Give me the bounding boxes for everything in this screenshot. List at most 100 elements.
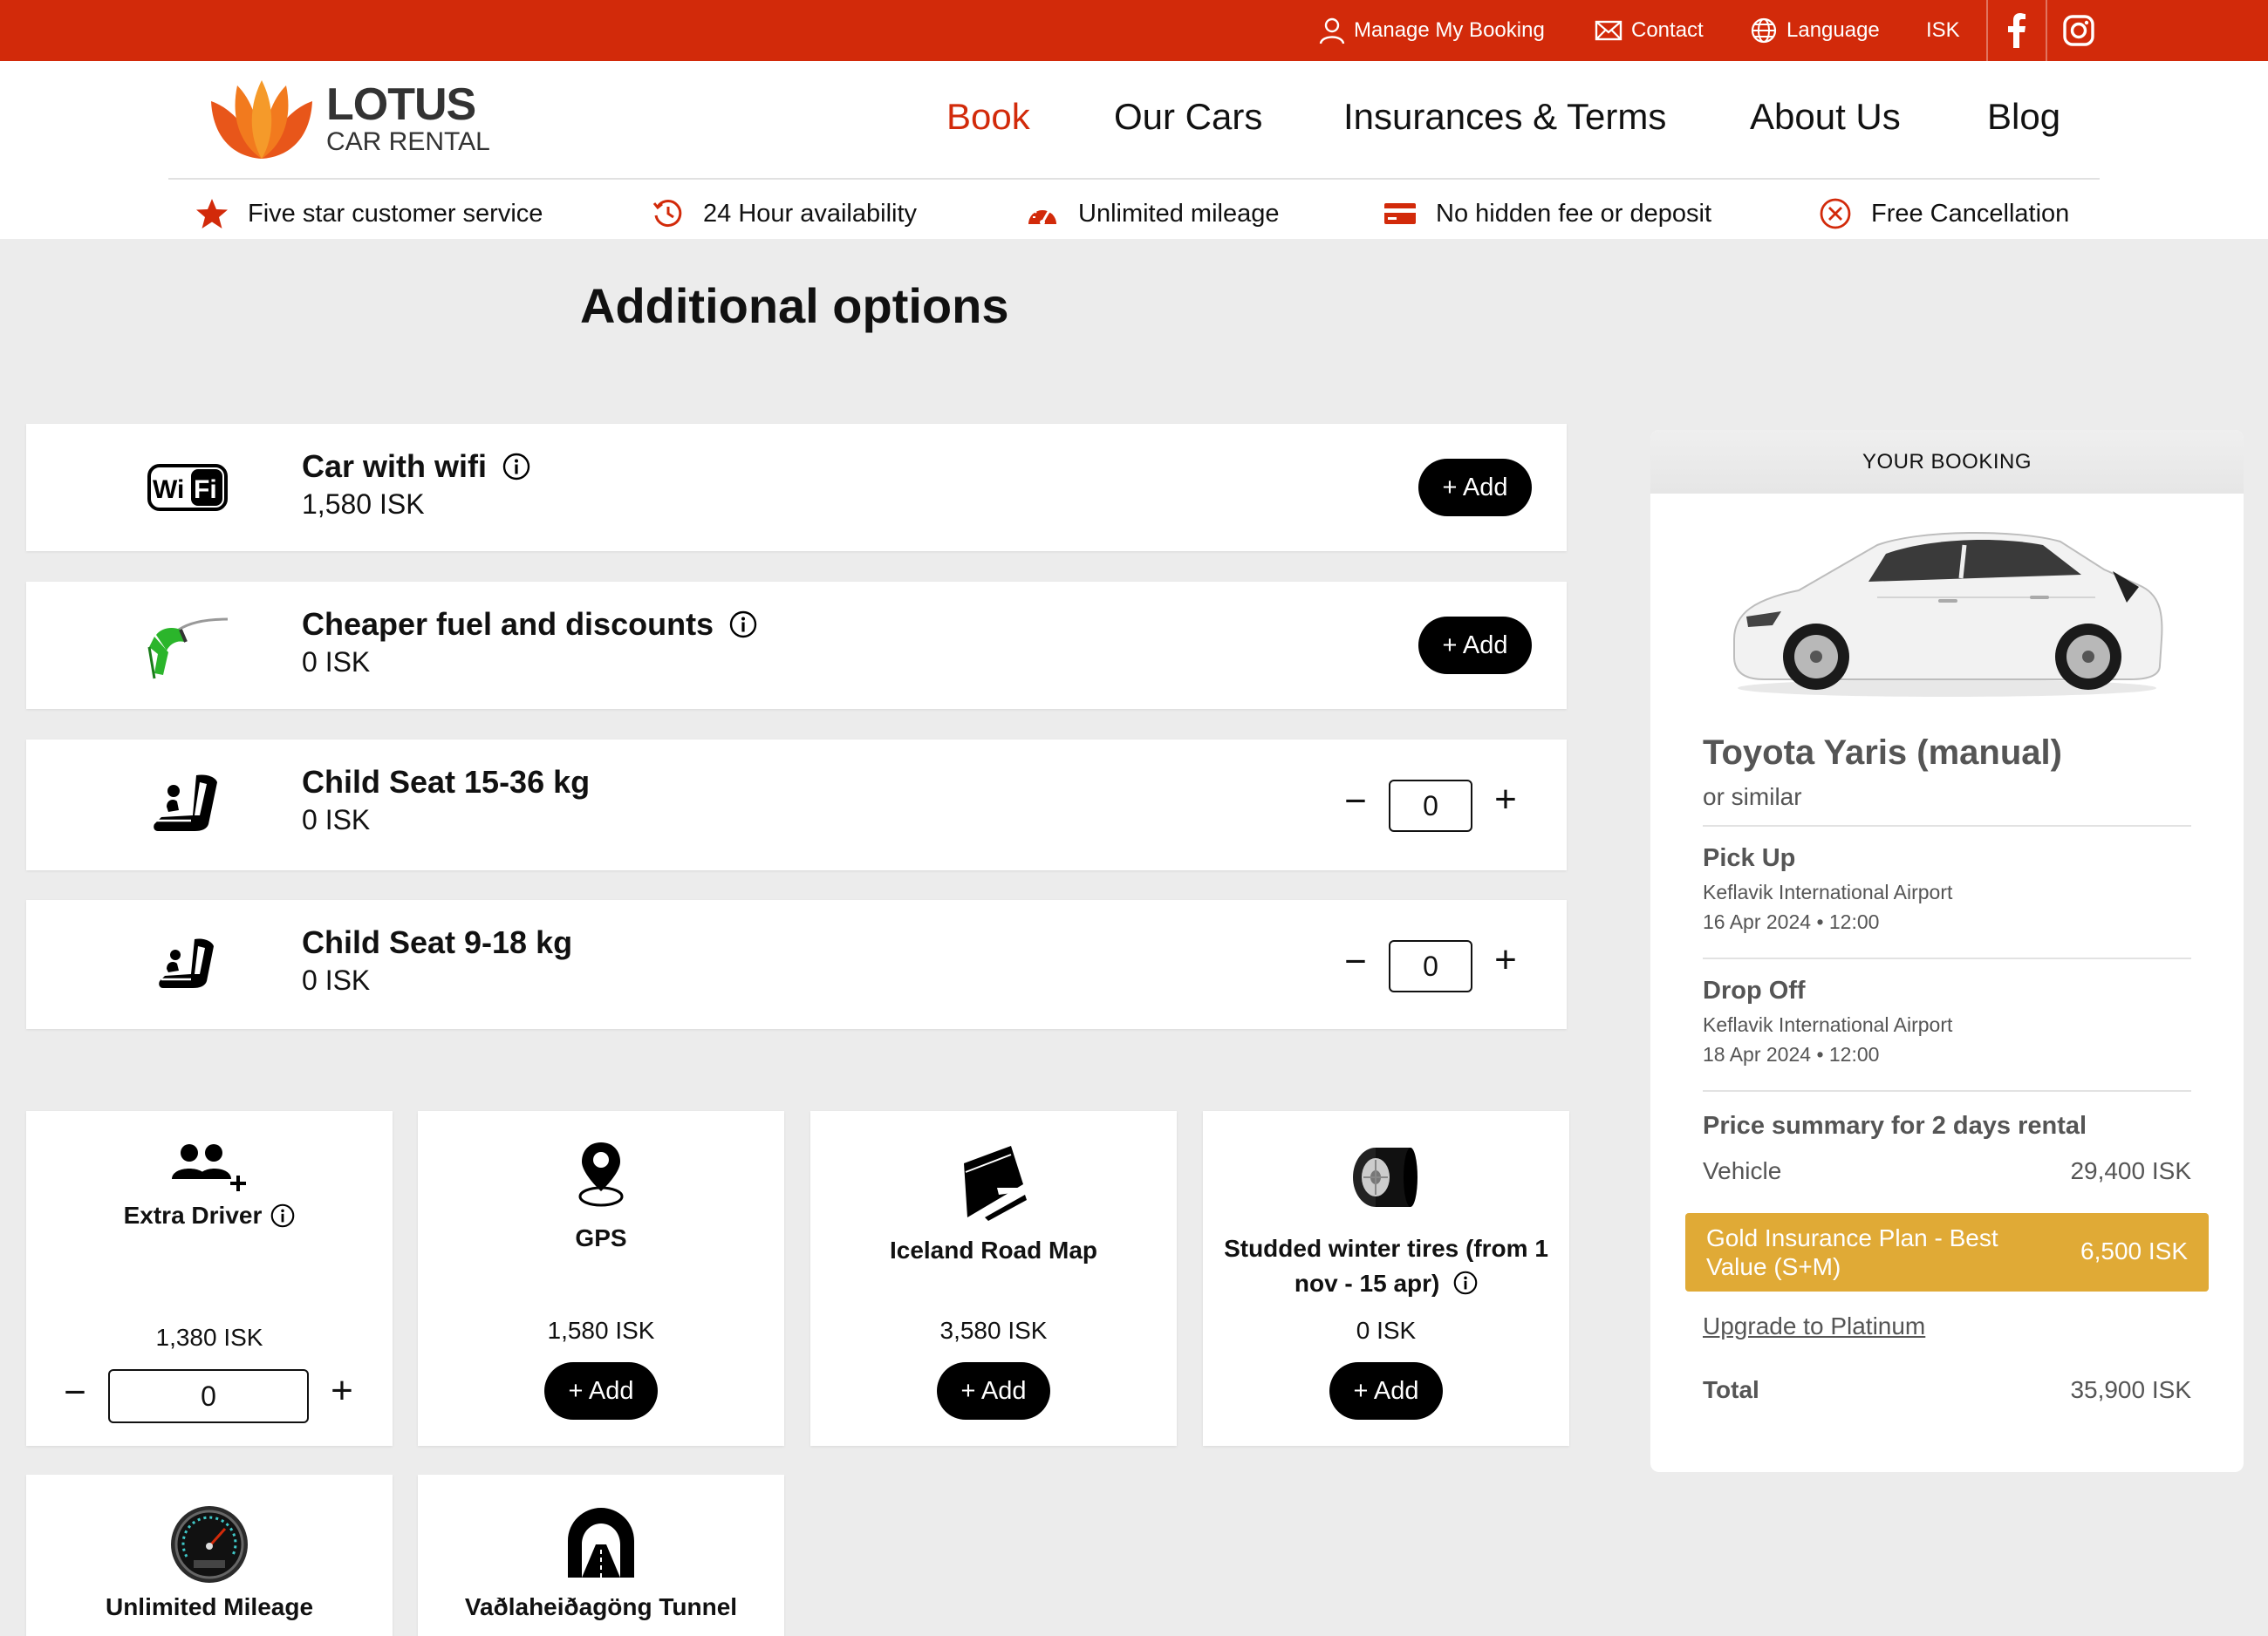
nav-blog[interactable]: Blog: [1987, 96, 2060, 138]
dropoff-datetime: 18 Apr 2024 • 12:00: [1703, 1043, 1880, 1066]
option-row-child-seat-15-36: Child Seat 15-36 kg 0 ISK − 0 +: [26, 740, 1567, 870]
dropoff-label: Drop Off: [1703, 977, 1806, 1005]
facebook-link[interactable]: [2007, 0, 2035, 61]
option-price: 1,580 ISK: [302, 488, 425, 520]
option-name: Cheaper fuel and discounts: [302, 606, 757, 643]
decrement-button[interactable]: −: [1338, 940, 1373, 984]
feature-label: No hidden fee or deposit: [1436, 199, 1711, 228]
total-row: Total 35,900 ISK: [1703, 1376, 2191, 1404]
feature-free-cancellation: Free Cancellation: [1819, 192, 2069, 235]
booking-summary: YOUR BOOKING Toyota Yaris (manual) or si…: [1650, 430, 2244, 1472]
option-row-child-seat-9-18: Child Seat 9-18 kg 0 ISK − 0 +: [26, 900, 1567, 1029]
map-pin-icon: [418, 1141, 784, 1207]
increment-button[interactable]: +: [1488, 778, 1523, 821]
option-title: Unlimited Mileage: [105, 1593, 314, 1620]
quantity-input[interactable]: 0: [1389, 940, 1472, 992]
child-seat-icon: [113, 924, 262, 1003]
insurance-plan-row: Gold Insurance Plan - Best Value (S+M) 6…: [1685, 1213, 2209, 1292]
nav-about-us[interactable]: About Us: [1750, 96, 1901, 138]
manage-booking-label: Manage My Booking: [1354, 18, 1545, 42]
dropoff-location: Keflavik International Airport: [1703, 1013, 1953, 1036]
pickup-location: Keflavik International Airport: [1703, 881, 1953, 903]
decrement-button[interactable]: −: [1338, 780, 1373, 823]
card-gps: GPS 1,580 ISK + Add: [418, 1111, 784, 1446]
option-title: Vaðlaheiðagöng Tunnel: [464, 1593, 738, 1620]
page-title: Additional options: [580, 278, 1009, 333]
increment-button[interactable]: +: [1488, 938, 1523, 982]
info-icon[interactable]: [502, 453, 530, 481]
header-divider: [168, 178, 2100, 180]
car-model: Toyota Yaris (manual): [1703, 733, 2062, 772]
option-price: 0 ISK: [302, 646, 371, 678]
option-title: Car with wifi: [302, 448, 488, 484]
option-title: GPS: [575, 1224, 627, 1251]
add-winter-tires-button[interactable]: + Add: [1329, 1362, 1443, 1420]
feature-label: Free Cancellation: [1871, 199, 2070, 228]
tire-icon: [1203, 1144, 1569, 1209]
info-icon[interactable]: [270, 1203, 295, 1228]
wifi-icon: Wi Fi: [113, 448, 262, 527]
quantity-input[interactable]: 0: [1389, 780, 1472, 832]
card-tunnel: Vaðlaheiðagöng Tunnel: [418, 1475, 784, 1636]
logo-title: LOTUS: [326, 79, 476, 130]
manage-booking-link[interactable]: Manage My Booking: [1319, 0, 1545, 61]
contact-link[interactable]: Contact: [1595, 0, 1704, 61]
quantity-input[interactable]: 0: [108, 1369, 309, 1423]
card-unlimited-mileage: Unlimited Mileage: [26, 1475, 393, 1636]
globe-icon: [1751, 17, 1777, 44]
insurance-price: 6,500 ISK: [2080, 1237, 2188, 1264]
contact-label: Contact: [1631, 18, 1704, 42]
feature-customer-service: Five star customer service: [195, 192, 543, 235]
feature-label: 24 Hour availability: [703, 199, 918, 228]
upgrade-platinum-link[interactable]: Upgrade to Platinum: [1703, 1312, 1925, 1340]
option-title: Iceland Road Map: [889, 1237, 1098, 1264]
car-similar-note: or similar: [1703, 783, 1802, 810]
topbar-divider: [2046, 0, 2047, 61]
currency-label: ISK: [1926, 18, 1960, 42]
add-road-map-button[interactable]: + Add: [937, 1362, 1050, 1420]
feature-24h: 24 Hour availability: [652, 192, 917, 235]
topbar-divider: [1986, 0, 1988, 61]
info-icon[interactable]: [729, 610, 757, 638]
booking-header: YOUR BOOKING: [1650, 430, 2244, 494]
add-gps-button[interactable]: + Add: [544, 1362, 658, 1420]
nav-insurances-terms[interactable]: Insurances & Terms: [1343, 96, 1666, 138]
add-wifi-button[interactable]: + Add: [1418, 459, 1532, 516]
fuel-nozzle-icon: [113, 606, 262, 685]
nav-our-cars[interactable]: Our Cars: [1114, 96, 1262, 138]
lotus-logo[interactable]: LOTUS CAR RENTAL: [208, 77, 490, 160]
divider: [1703, 958, 2191, 959]
svg-text:Fi: Fi: [194, 475, 217, 504]
vehicle-price-row: Vehicle 29,400 ISK: [1703, 1157, 2191, 1185]
currency-selector[interactable]: ISK: [1926, 0, 1960, 61]
language-selector[interactable]: Language: [1750, 0, 1880, 61]
divider: [1703, 1090, 2191, 1092]
nav-book[interactable]: Book: [946, 96, 1030, 138]
option-row-wifi: Wi Fi Car with wifi 1,580 ISK + Add: [26, 424, 1567, 551]
speedometer-icon: [26, 1504, 393, 1585]
increment-button[interactable]: +: [324, 1369, 359, 1413]
car-image: [1733, 531, 2163, 697]
credit-card-icon: [1384, 203, 1416, 224]
info-icon[interactable]: [1453, 1271, 1478, 1295]
instagram-link[interactable]: [2062, 0, 2104, 61]
option-row-fuel: Cheaper fuel and discounts 0 ISK + Add: [26, 582, 1567, 709]
feature-label: Five star customer service: [248, 199, 543, 228]
instagram-icon: [2063, 15, 2094, 46]
total-price: 35,900 ISK: [2070, 1376, 2191, 1403]
vehicle-price: 29,400 ISK: [2070, 1157, 2191, 1184]
option-title: Child Seat 9-18 kg: [302, 924, 573, 960]
card-road-map: Iceland Road Map 3,580 ISK + Add: [810, 1111, 1177, 1446]
decrement-button[interactable]: −: [58, 1371, 92, 1414]
logo-subtitle: CAR RENTAL: [326, 127, 490, 156]
option-price: 1,380 ISK: [155, 1324, 263, 1351]
clock-history-icon: [652, 200, 682, 228]
add-fuel-button[interactable]: + Add: [1418, 617, 1532, 674]
insurance-name: Gold Insurance Plan - Best Value (S+M): [1706, 1224, 1998, 1280]
card-extra-driver: Extra Driver 1,380 ISK − 0 +: [26, 1111, 393, 1446]
option-title: Cheaper fuel and discounts: [302, 606, 714, 642]
divider: [1703, 825, 2191, 827]
option-title: Studded winter tires (from 1 nov - 15 ap…: [1224, 1235, 1548, 1297]
price-summary-title: Price summary for 2 days rental: [1703, 1112, 2087, 1140]
vehicle-label: Vehicle: [1703, 1157, 1782, 1184]
